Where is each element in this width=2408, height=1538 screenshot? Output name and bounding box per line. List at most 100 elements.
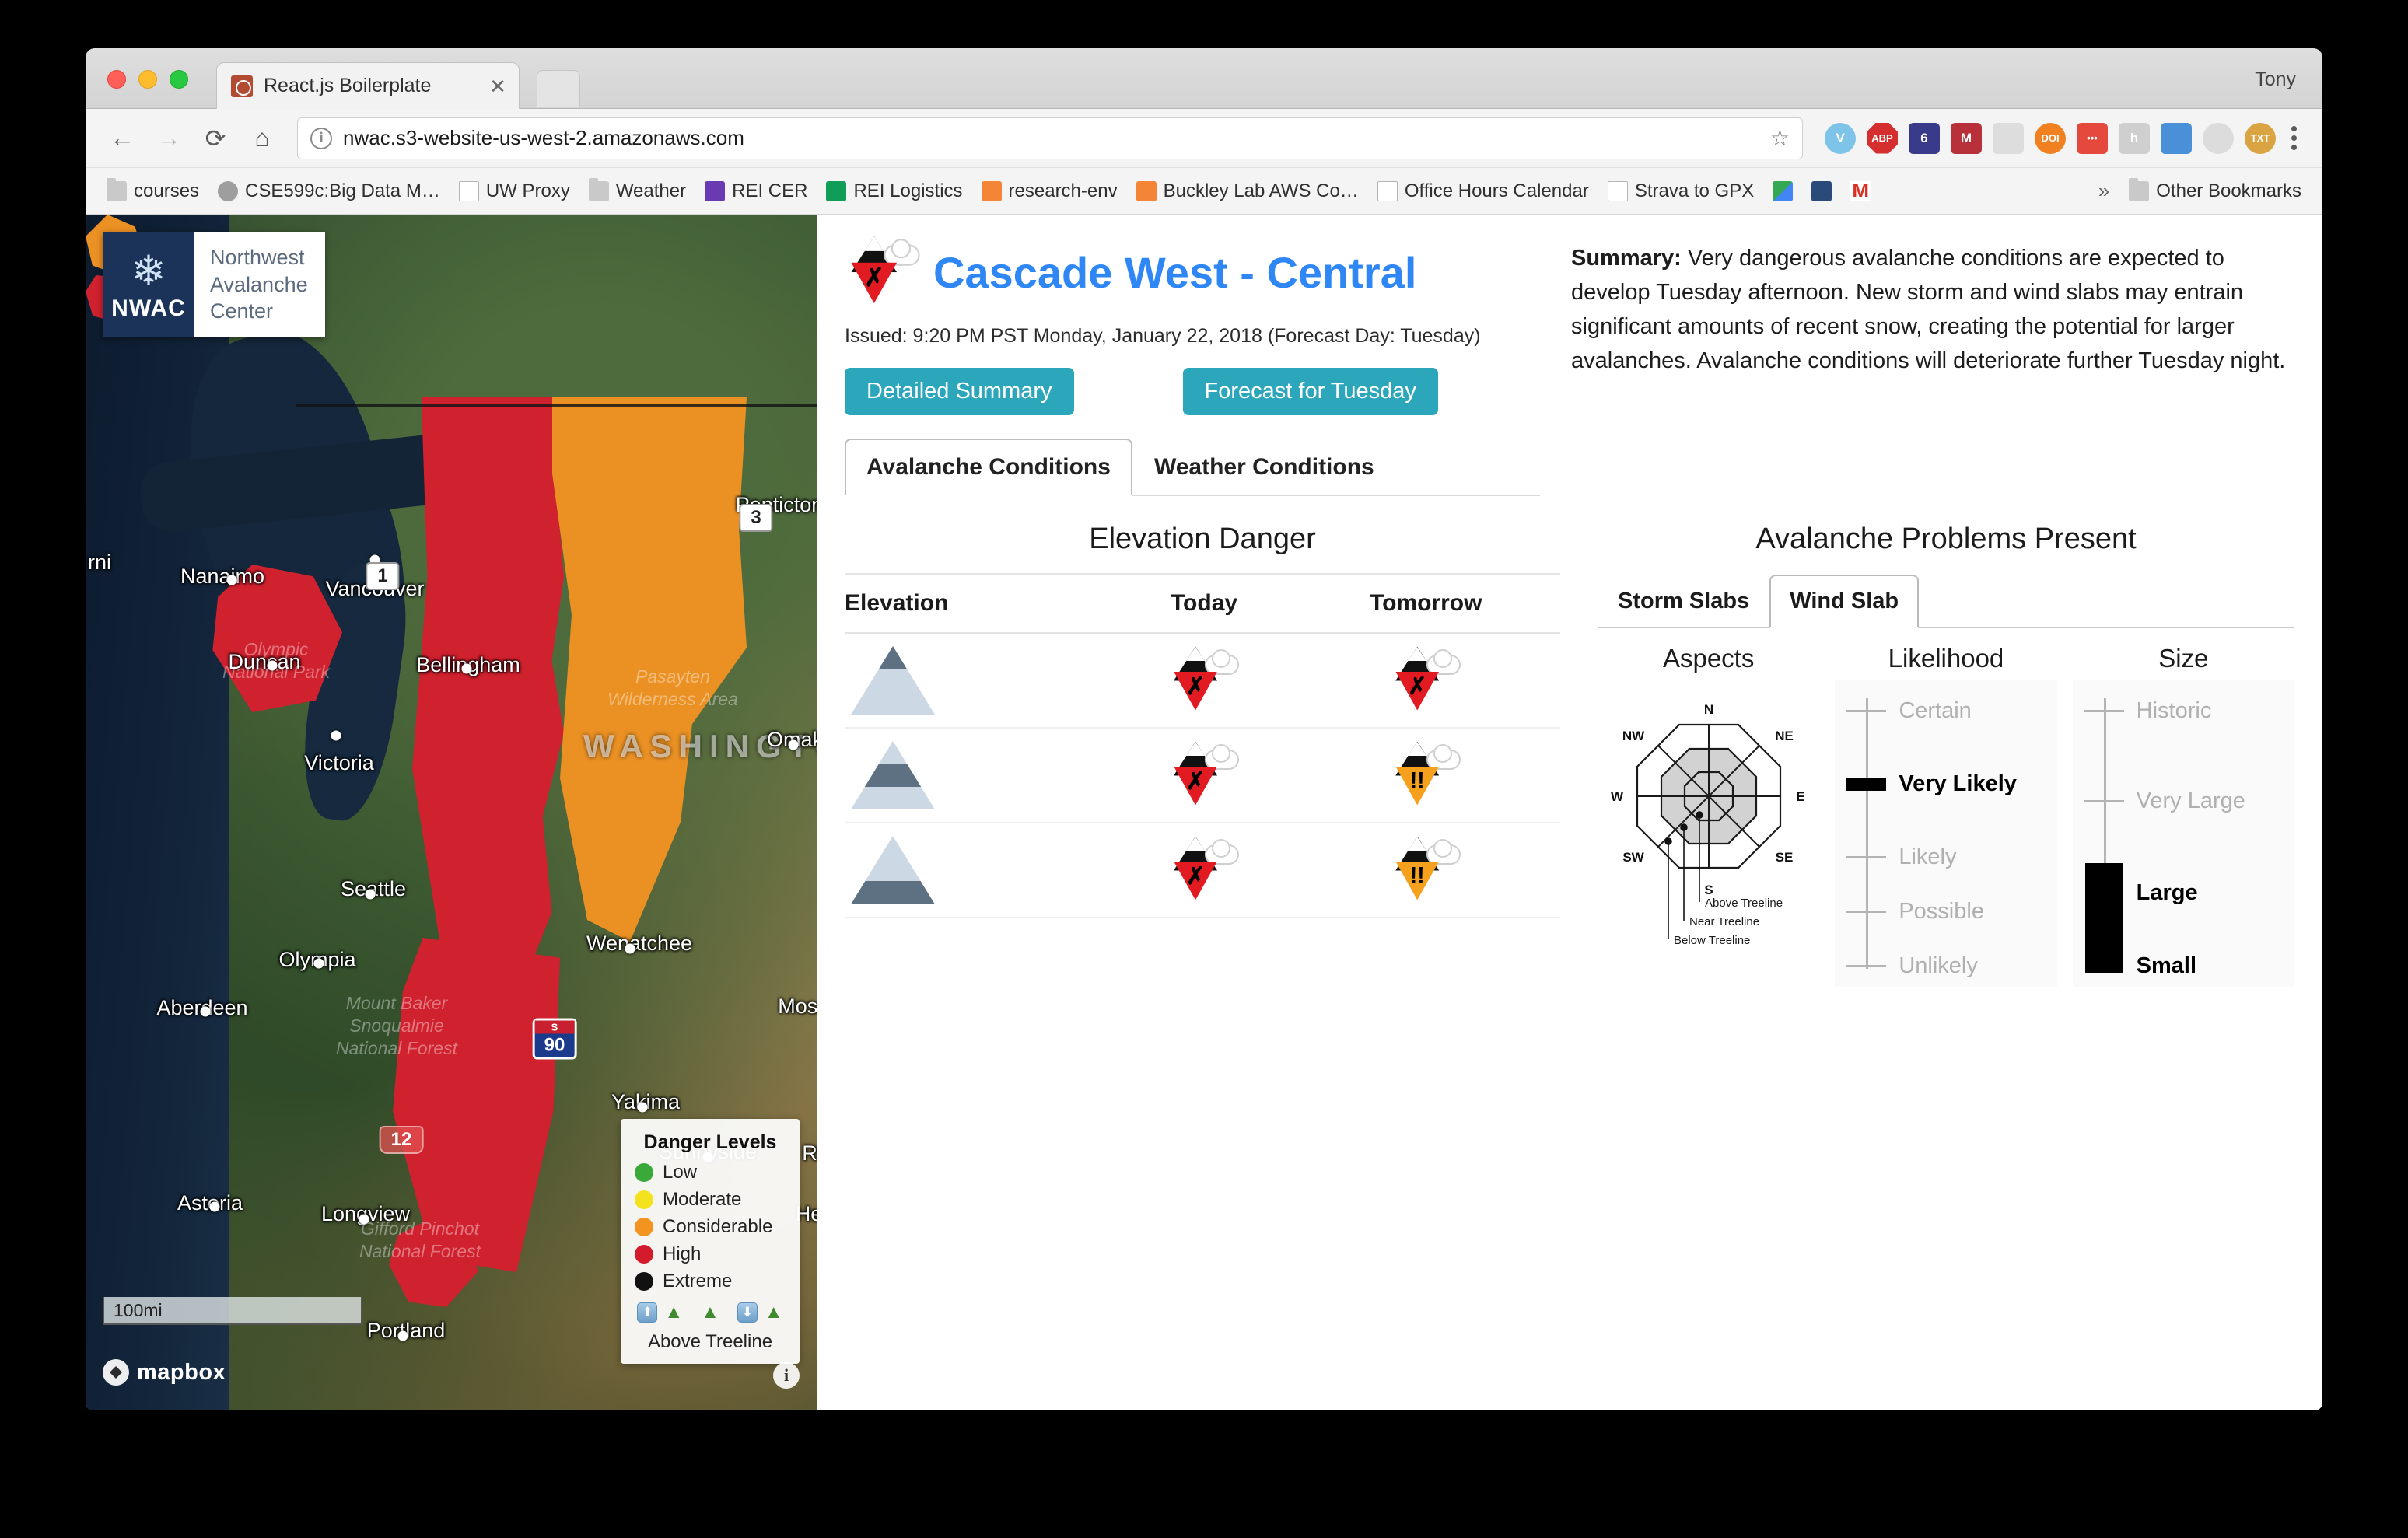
likelihood-tick — [1846, 778, 1886, 791]
ellipsis-ext-icon[interactable]: ••• — [2077, 123, 2108, 154]
avalanche-problems-title: Avalanche Problems Present — [1598, 523, 2294, 556]
danger-rating-high-icon: ✗ — [1167, 742, 1241, 806]
map-info-icon[interactable]: i — [773, 1362, 800, 1389]
bookmark-star-icon[interactable]: ☆ — [1770, 125, 1790, 151]
mapbox-label: mapbox — [137, 1360, 226, 1386]
size-title: Size — [2073, 644, 2294, 673]
legend-color-swatch — [635, 1245, 653, 1264]
zone-polygon-high-north[interactable] — [412, 397, 564, 996]
drive-icon[interactable] — [1993, 123, 2024, 154]
bookmark-item[interactable]: REI Logistics — [819, 177, 969, 206]
detailed-summary-button[interactable]: Detailed Summary — [845, 368, 1074, 415]
url-text: nwac.s3-website-us-west-2.amazonaws.com — [343, 126, 1762, 150]
tab-weather-conditions[interactable]: Weather Conditions — [1132, 439, 1396, 496]
bookmark-item[interactable]: Weather — [582, 177, 693, 206]
back-icon[interactable]: ← — [101, 117, 143, 159]
bookmarks-overflow-icon[interactable]: » — [2091, 179, 2117, 203]
elevation-pyramid-icon — [851, 646, 935, 715]
profile-name[interactable]: Tony — [2255, 68, 2296, 91]
mendeley-icon[interactable]: M — [1951, 123, 1982, 154]
evernote-icon[interactable] — [2161, 123, 2192, 154]
bookmark-item[interactable]: Office Hours Calendar — [1370, 177, 1596, 206]
mapbox-attribution[interactable]: mapbox — [103, 1359, 226, 1386]
cookie-txt-icon[interactable]: TXT — [2245, 123, 2276, 154]
likelihood-tick — [1846, 911, 1886, 913]
svg-text:NW: NW — [1622, 729, 1644, 743]
site-info-icon[interactable]: i — [310, 128, 332, 149]
reload-icon[interactable]: ⟳ — [194, 117, 236, 159]
size-label: Small — [2137, 953, 2196, 979]
bookmark-item[interactable]: courses — [100, 177, 206, 206]
tab-avalanche-conditions[interactable]: Avalanche Conditions — [845, 439, 1132, 496]
other-bookmarks-folder[interactable]: Other Bookmarks — [2122, 177, 2308, 206]
adblock-plus-icon[interactable]: ABP — [1867, 123, 1898, 154]
new-tab-button[interactable] — [537, 70, 580, 107]
zotero-icon[interactable]: 6 — [1909, 123, 1940, 154]
bookmark-item[interactable]: Strava to GPX — [1601, 177, 1761, 206]
vimium-icon[interactable]: V — [1825, 123, 1856, 154]
legend-color-swatch — [635, 1218, 653, 1236]
bookmark-item[interactable]: research-env — [975, 177, 1125, 206]
bookmark-item[interactable]: UW Proxy — [452, 177, 577, 206]
map-city-dot — [638, 1103, 648, 1113]
canada-us-border — [296, 404, 817, 407]
today-danger-cell: ✗ — [1117, 728, 1292, 823]
tomorrow-danger-cell: !! — [1291, 823, 1560, 918]
legend-row: Considerable — [635, 1216, 786, 1238]
docs-grey-icon — [218, 181, 238, 201]
bookmark-item[interactable] — [1766, 177, 1800, 205]
nwac-logo[interactable]: ❄ NWAC Northwest Avalanche Center — [103, 232, 325, 337]
bookmarks-bar: courses CSE599c:Big Data M…UW ProxyWeathe… — [86, 168, 2322, 215]
bookmark-item[interactable]: REI CER — [698, 177, 814, 206]
issued-timestamp: Issued: 9:20 PM PST Monday, January 22, … — [845, 325, 1540, 348]
bookmark-item[interactable]: Buckley Lab AWS Co… — [1129, 177, 1366, 206]
danger-rating-considerable-icon: !! — [1389, 837, 1462, 900]
folder-icon — [2129, 181, 2149, 201]
close-tab-icon[interactable]: ✕ — [486, 75, 509, 98]
doi-resolver-icon[interactable]: DOI — [2035, 123, 2066, 154]
maximize-window-button[interactable] — [170, 70, 188, 89]
grey-ext-icon[interactable] — [2203, 123, 2234, 154]
elevation-band-cell — [845, 823, 1117, 918]
home-icon[interactable]: ⌂ — [241, 117, 283, 159]
close-window-button[interactable] — [107, 70, 126, 89]
likelihood-meter: CertainVery LikelyLikelyPossibleUnlikely — [1835, 680, 2056, 987]
size-column: Size HistoricVery LargeLargeSmall — [2073, 644, 2294, 987]
page-icon — [1377, 181, 1398, 201]
map-city-label: Ri — [802, 1141, 817, 1166]
aspect-rose[interactable]: N NE E SE S SW W NW — [1598, 680, 1819, 983]
table-row: ✗✗ — [845, 633, 1560, 728]
other-bookmarks-label: Other Bookmarks — [2156, 180, 2301, 202]
svg-text:N: N — [1704, 702, 1713, 717]
forward-icon[interactable]: → — [148, 117, 190, 159]
bookmark-item[interactable]: CSE599c:Big Data M… — [211, 177, 447, 206]
nwac-abbr: NWAC — [111, 295, 186, 322]
tab-wind-slab[interactable]: Wind Slab — [1769, 575, 1919, 628]
map-city-label: Nanaimo — [180, 565, 264, 589]
bookmark-item[interactable] — [1804, 177, 1839, 205]
bookmark-item[interactable]: M — [1843, 177, 1878, 205]
legend-color-swatch — [635, 1163, 653, 1182]
forecast-for-tuesday-button[interactable]: Forecast for Tuesday — [1183, 368, 1438, 415]
aspects-column: Aspects — [1598, 644, 1819, 987]
tab-storm-slabs[interactable]: Storm Slabs — [1598, 575, 1769, 628]
legend-level-label: Moderate — [663, 1189, 741, 1211]
zone-title[interactable]: Cascade West - Central — [933, 247, 1416, 298]
legend-title: Danger Levels — [635, 1131, 786, 1154]
avalanche-zone-map[interactable]: WASHINGTON rniNanaimoVancouverPentictonD… — [86, 215, 817, 1410]
aws-icon — [1136, 181, 1157, 201]
zone-header: ✗ Cascade West - Central — [845, 236, 1540, 308]
elevation-danger-title: Elevation Danger — [845, 523, 1560, 556]
hypothesis-icon[interactable]: h — [2119, 123, 2150, 154]
bookmark-label: courses — [134, 180, 199, 202]
likelihood-label: Likely — [1899, 844, 1956, 870]
browser-tab[interactable]: React.js Boilerplate ✕ — [216, 62, 520, 109]
chrome-menu-icon[interactable] — [2280, 123, 2307, 154]
today-danger-cell: ✗ — [1117, 633, 1292, 728]
gmaps-icon — [1773, 181, 1793, 201]
address-bar[interactable]: i nwac.s3-website-us-west-2.amazonaws.co… — [297, 117, 1803, 159]
minimize-window-button[interactable] — [138, 70, 157, 89]
danger-rating-high-icon: ✗ — [1389, 647, 1462, 711]
gmail-icon: M — [1850, 181, 1871, 201]
legend-treeline-icons: ⬆ ▲ ▲ ⬇ ▲ — [635, 1302, 786, 1323]
